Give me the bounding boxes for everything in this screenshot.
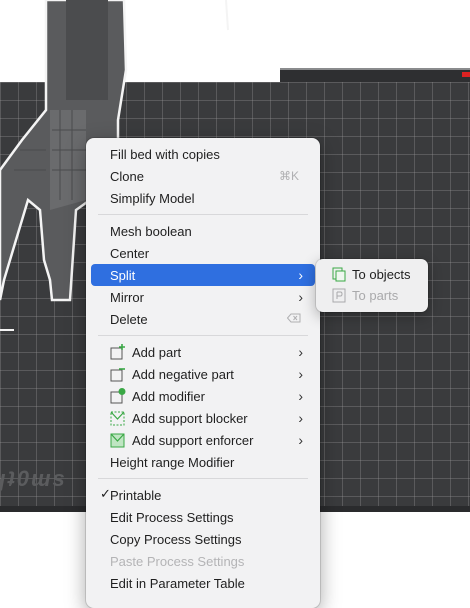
- clone-shortcut: ⌘K: [278, 169, 299, 183]
- menu-item-label: Delete: [110, 311, 148, 327]
- submenu-item-label: To parts: [352, 288, 399, 303]
- support-blocker-icon: [110, 411, 125, 426]
- menu-item-edit-in-parameter-table[interactable]: Edit in Parameter Table: [91, 572, 315, 594]
- chevron-right-icon: ›: [298, 289, 303, 305]
- menu-item-label: Copy Process Settings: [110, 531, 242, 547]
- menu-item-label: Add support enforcer: [132, 432, 254, 448]
- menu-item-delete[interactable]: Delete: [91, 308, 315, 330]
- split-to-objects-icon: [332, 267, 346, 282]
- menu-item-label: Edit in Parameter Table: [110, 575, 245, 591]
- chevron-right-icon: ›: [298, 432, 303, 448]
- checkmark-icon: ✓: [100, 486, 111, 501]
- menu-item-copy-process-settings[interactable]: Copy Process Settings: [91, 528, 315, 550]
- menu-item-edit-process-settings[interactable]: Edit Process Settings: [91, 506, 315, 528]
- chevron-right-icon: ›: [298, 344, 303, 360]
- delete-key-icon: [287, 313, 301, 323]
- menu-item-paste-process-settings: Paste Process Settings: [91, 550, 315, 572]
- chevron-right-icon: ›: [298, 410, 303, 426]
- menu-item-label: Height range Modifier: [110, 454, 235, 470]
- menu-item-label: Split: [110, 267, 136, 283]
- chevron-right-icon: ›: [298, 366, 303, 382]
- split-to-parts-icon: [332, 288, 346, 303]
- menu-item-label: Paste Process Settings: [110, 553, 245, 569]
- submenu-item-label: To objects: [352, 267, 411, 282]
- menu-item-mirror[interactable]: Mirror ›: [91, 286, 315, 308]
- menu-item-height-range-modifier[interactable]: Height range Modifier: [91, 451, 315, 473]
- menu-item-label: Edit Process Settings: [110, 509, 234, 525]
- menu-item-label: Add part: [132, 344, 182, 360]
- menu-item-simplify-model[interactable]: Simplify Model: [91, 187, 315, 209]
- menu-item-clone[interactable]: Clone ⌘K: [91, 165, 315, 187]
- menu-item-label: Printable: [110, 487, 162, 503]
- menu-item-add-support-enforcer[interactable]: Add support enforcer ›: [91, 429, 315, 451]
- menu-separator: [98, 478, 308, 479]
- menu-item-center[interactable]: Center: [91, 242, 315, 264]
- menu-item-label: Mesh boolean: [110, 223, 192, 239]
- object-context-menu: Fill bed with copies Clone ⌘K Simplify M…: [86, 138, 320, 608]
- menu-item-label: Add support blocker: [132, 410, 248, 426]
- add-part-icon: [110, 344, 125, 360]
- menu-item-label: Simplify Model: [110, 190, 195, 206]
- menu-item-add-support-blocker[interactable]: Add support blocker ›: [91, 407, 315, 429]
- menu-item-add-part[interactable]: Add part ›: [91, 341, 315, 363]
- menu-item-label: Add negative part: [132, 366, 234, 382]
- add-modifier-icon: [110, 388, 126, 404]
- submenu-item-to-parts: To parts: [320, 285, 424, 306]
- menu-item-add-negative-part[interactable]: Add negative part ›: [91, 363, 315, 385]
- menu-item-label: Mirror: [110, 289, 144, 305]
- menu-item-fill-bed[interactable]: Fill bed with copies: [91, 143, 315, 165]
- menu-item-add-modifier[interactable]: Add modifier ›: [91, 385, 315, 407]
- menu-item-label: Fill bed with copies: [110, 146, 220, 162]
- support-enforcer-icon: [110, 433, 125, 448]
- menu-item-label: Add modifier: [132, 388, 205, 404]
- menu-separator: [98, 214, 308, 215]
- chevron-right-icon: ›: [298, 267, 303, 283]
- menu-item-printable[interactable]: ✓ Printable: [91, 484, 315, 506]
- menu-item-label: Clone: [110, 168, 144, 184]
- split-submenu: To objects To parts: [316, 259, 428, 312]
- chevron-right-icon: ›: [298, 388, 303, 404]
- menu-item-label: Center: [110, 245, 150, 261]
- submenu-item-to-objects[interactable]: To objects: [320, 264, 424, 285]
- menu-separator: [98, 335, 308, 336]
- add-negative-part-icon: [110, 368, 125, 382]
- menu-item-mesh-boolean[interactable]: Mesh boolean: [91, 220, 315, 242]
- menu-item-split[interactable]: Split ›: [91, 264, 315, 286]
